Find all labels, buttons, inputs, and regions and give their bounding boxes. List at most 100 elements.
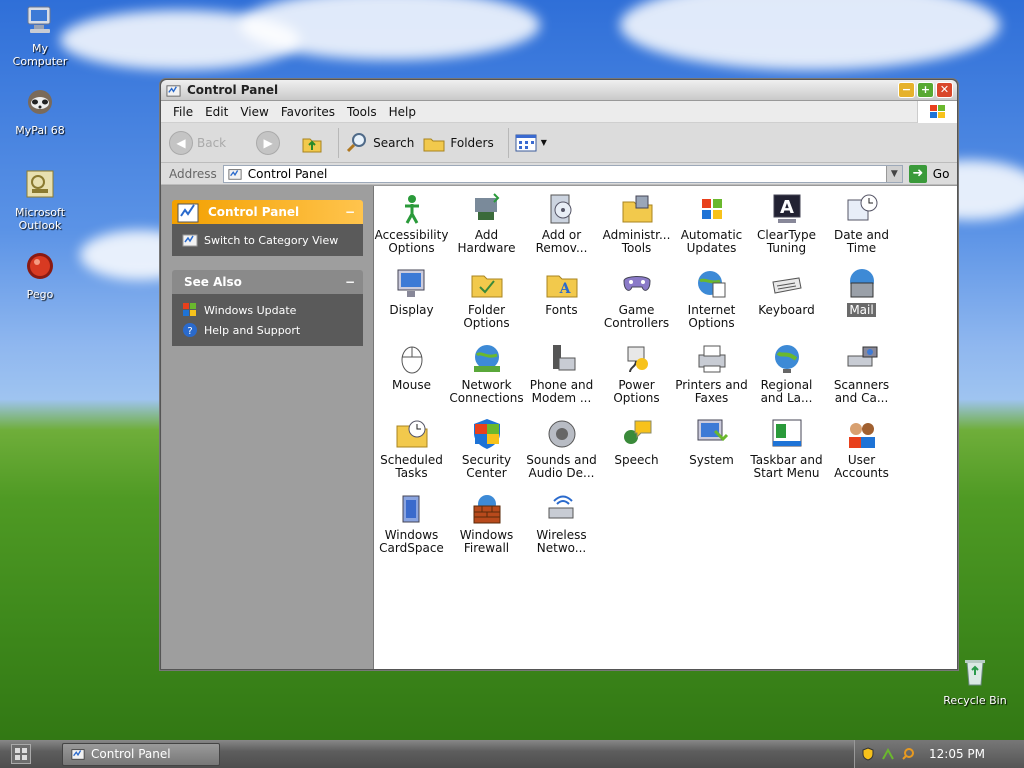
address-input[interactable]: Control Panel ▼ xyxy=(222,164,903,183)
menu-view[interactable]: View xyxy=(234,105,274,119)
control-panel-item-printers[interactable]: Printers and Faxes xyxy=(674,340,749,415)
desktop-icon-mypal[interactable]: MyPal 68 xyxy=(2,86,78,137)
outlook-icon xyxy=(26,170,54,198)
close-button[interactable]: ✕ xyxy=(936,82,953,98)
back-label: Back xyxy=(197,135,227,150)
windows-update-link[interactable]: Windows Update xyxy=(182,300,353,320)
control-panel-item-system[interactable]: System xyxy=(674,415,749,490)
control-panel-item-add-remove[interactable]: Add or Remov... xyxy=(524,190,599,265)
scheduled-tasks-icon xyxy=(396,420,427,448)
control-panel-panel: Control Panel − Switch to Category View xyxy=(172,200,363,256)
control-panel-item-mail[interactable]: Mail xyxy=(824,265,899,340)
add-remove-icon xyxy=(550,194,571,224)
taskbar-button-control-panel[interactable]: Control Panel xyxy=(62,742,220,766)
control-panel-item-scheduled-tasks[interactable]: Scheduled Tasks xyxy=(374,415,449,490)
network-icon[interactable] xyxy=(881,747,895,761)
desktop-icon-my-computer[interactable]: My Computer xyxy=(2,4,78,68)
switch-category-view-link[interactable]: Switch to Category View xyxy=(182,230,353,250)
menu-edit[interactable]: Edit xyxy=(199,105,234,119)
views-button[interactable]: ▼ xyxy=(515,133,547,153)
game-controllers-icon xyxy=(622,276,651,291)
desktop-icon-outlook[interactable]: Microsoft Outlook xyxy=(2,168,78,232)
control-panel-item-wireless[interactable]: Wireless Netwo... xyxy=(524,490,599,565)
control-panel-item-cardspace[interactable]: Windows CardSpace xyxy=(374,490,449,565)
control-panel-item-folder-options[interactable]: Folder Options xyxy=(449,265,524,340)
menu-help[interactable]: Help xyxy=(383,105,422,119)
keyboard-icon xyxy=(771,277,802,294)
search-button[interactable]: Search xyxy=(345,131,414,155)
see-also-panel-header[interactable]: See Also − xyxy=(172,270,363,294)
control-panel-item-add-hardware[interactable]: Add Hardware xyxy=(449,190,524,265)
mypal-icon xyxy=(28,90,52,114)
see-also-panel: See Also − Windows Update ? Help and Sup… xyxy=(172,270,363,346)
search-label: Search xyxy=(373,135,415,150)
control-panel-item-display[interactable]: Display xyxy=(374,265,449,340)
control-panel-item-phone-modem[interactable]: Phone and Modem ... xyxy=(524,340,599,415)
folders-button[interactable]: Folders xyxy=(422,131,494,155)
collapse-icon[interactable]: − xyxy=(345,275,355,289)
link-label: Help and Support xyxy=(204,323,301,337)
item-label: Accessibility Options xyxy=(374,228,449,255)
back-arrow-icon: ◀ xyxy=(169,130,193,155)
views-dropdown-icon: ▼ xyxy=(540,138,547,147)
control-panel-item-user-accounts[interactable]: User Accounts xyxy=(824,415,899,490)
control-panel-item-game-controllers[interactable]: Game Controllers xyxy=(599,265,674,340)
control-panel-item-power[interactable]: Power Options xyxy=(599,340,674,415)
item-label: Date and Time xyxy=(833,228,890,255)
pego-icon xyxy=(27,253,53,279)
security-center-icon xyxy=(473,419,500,449)
control-panel-item-fonts[interactable]: A Fonts xyxy=(524,265,599,340)
control-panel-item-admin-tools[interactable]: Administr... Tools xyxy=(599,190,674,265)
security-shield-icon[interactable] xyxy=(861,747,875,761)
menu-favorites[interactable]: Favorites xyxy=(275,105,341,119)
cardspace-icon xyxy=(402,495,419,523)
control-panel-item-security-center[interactable]: Security Center xyxy=(449,415,524,490)
control-panel-item-accessibility[interactable]: Accessibility Options xyxy=(374,190,449,265)
svg-text:A: A xyxy=(558,281,571,297)
control-panel-item-firewall[interactable]: Windows Firewall xyxy=(449,490,524,565)
desktop-icon-label: MyPal 68 xyxy=(15,124,65,137)
menu-tools[interactable]: Tools xyxy=(341,105,383,119)
forward-arrow-icon: ▶ xyxy=(256,130,281,155)
minimize-button[interactable]: − xyxy=(898,82,915,98)
control-panel-item-regional[interactable]: Regional and La... xyxy=(749,340,824,415)
user-accounts-icon xyxy=(848,423,875,448)
up-button[interactable] xyxy=(300,131,324,155)
mail-icon xyxy=(849,269,874,298)
item-label: Scheduled Tasks xyxy=(380,453,443,480)
control-panel-item-cleartype[interactable]: A ClearType Tuning xyxy=(749,190,824,265)
control-panel-panel-header[interactable]: Control Panel − xyxy=(172,200,363,224)
link-label: Switch to Category View xyxy=(204,233,339,247)
control-panel-item-speech[interactable]: Speech xyxy=(599,415,674,490)
item-label: Keyboard xyxy=(758,303,815,317)
item-label: Windows CardSpace xyxy=(379,528,444,555)
control-panel-item-date-time[interactable]: Date and Time xyxy=(824,190,899,265)
go-button[interactable]: ➜ Go xyxy=(908,164,949,183)
control-panel-item-mouse[interactable]: Mouse xyxy=(374,340,449,415)
desktop-icon-label: Recycle Bin xyxy=(943,694,1007,707)
control-panel-item-taskbar[interactable]: Taskbar and Start Menu xyxy=(749,415,824,490)
control-panel-item-internet-options[interactable]: Internet Options xyxy=(674,265,749,340)
control-panel-item-sounds[interactable]: Sounds and Audio De... xyxy=(524,415,599,490)
item-label: System xyxy=(689,453,734,467)
menu-bar: File Edit View Favorites Tools Help xyxy=(161,101,957,123)
control-panel-item-auto-updates[interactable]: Automatic Updates xyxy=(674,190,749,265)
forward-button[interactable]: ▶ xyxy=(256,130,284,155)
collapse-icon[interactable]: − xyxy=(345,205,355,219)
control-panel-item-network[interactable]: Network Connections xyxy=(449,340,524,415)
item-label: Game Controllers xyxy=(603,303,670,330)
menu-file[interactable]: File xyxy=(167,105,199,119)
help-support-link[interactable]: ? Help and Support xyxy=(182,320,353,340)
maximize-button[interactable]: + xyxy=(917,82,934,98)
title-bar[interactable]: Control Panel − + ✕ xyxy=(161,80,957,101)
internet-options-icon xyxy=(697,271,725,298)
desktop-icon-pego[interactable]: Pego xyxy=(2,250,78,301)
start-button[interactable] xyxy=(0,740,42,768)
item-label: Regional and La... xyxy=(760,378,813,405)
back-button[interactable]: ◀ Back xyxy=(169,130,227,155)
control-panel-item-scanners[interactable]: Scanners and Ca... xyxy=(824,340,899,415)
search-tray-icon[interactable] xyxy=(901,747,915,761)
address-dropdown-button[interactable]: ▼ xyxy=(885,165,902,182)
clock: 12:05 PM xyxy=(929,747,985,761)
control-panel-item-keyboard[interactable]: Keyboard xyxy=(749,265,824,340)
